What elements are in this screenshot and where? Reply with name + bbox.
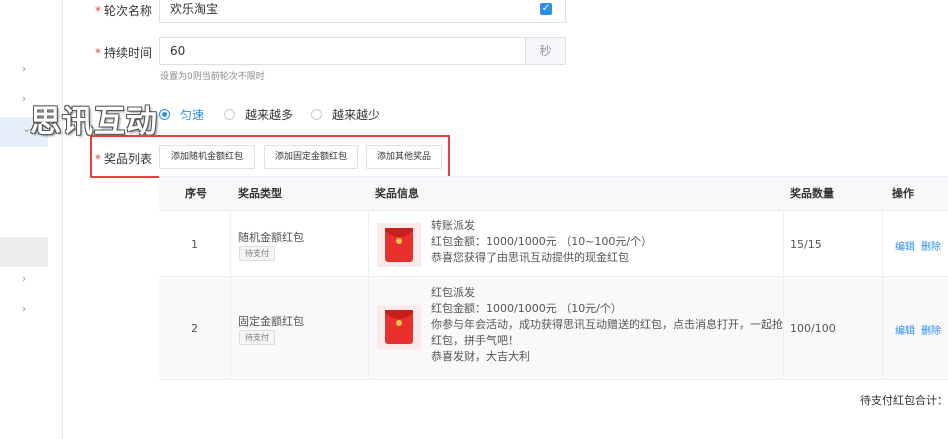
sidebar: › › ⌄ › › (0, 0, 48, 439)
header-info: 奖品信息 (375, 187, 419, 200)
duration-input[interactable]: 60 秒 (159, 37, 566, 65)
row-index: 2 (191, 322, 198, 335)
row-info: 红包派发 红包金额：1000/1000元 （10元/个） 你参与年会活动，成功获… (431, 286, 783, 363)
row-quantity: 15/15 (790, 238, 822, 251)
add-random-redpacket-button[interactable]: 添加随机金额红包 (159, 145, 255, 169)
round-name-checkbox[interactable]: ✓ (540, 3, 552, 15)
table-header: 序号 奖品类型 奖品信息 奖品数量 操作 (159, 177, 948, 211)
pending-total-label: 待支付红包合计： (860, 394, 948, 407)
chevron-right-icon[interactable]: › (22, 63, 32, 74)
radio-dot (224, 109, 235, 120)
delete-link[interactable]: 删除 (921, 322, 941, 337)
add-other-prize-button[interactable]: 添加其他奖品 (366, 145, 442, 169)
header-index: 序号 (185, 187, 207, 200)
row-type: 固定金额红包 (238, 315, 304, 328)
radio-increasing[interactable]: 越来越多 (224, 106, 293, 123)
radio-decreasing[interactable]: 越来越少 (311, 106, 380, 123)
delete-link[interactable]: 删除 (921, 238, 941, 253)
radio-dot (159, 109, 170, 120)
round-name-input[interactable]: 欢乐淘宝 (159, 0, 566, 23)
table-row: 2 固定金额红包 待支付 红包派发 红包金额：1000/1000元 （10元/个… (159, 277, 948, 380)
content-divider (62, 0, 63, 439)
prize-list-label: * 奖品列表 (94, 152, 152, 166)
status-badge: 待支付 (239, 246, 275, 261)
table-row: 1 随机金额红包 待支付 转账派发 红包金额：1000/1000元 （10~10… (159, 211, 948, 277)
duration-label: * 持续时间 (94, 46, 152, 60)
add-fixed-redpacket-button[interactable]: 添加固定金额红包 (264, 145, 358, 169)
edit-link[interactable]: 编辑 (895, 238, 915, 253)
edit-link[interactable]: 编辑 (895, 322, 915, 337)
chevron-right-icon[interactable]: › (22, 273, 32, 284)
round-name-label: * 轮次名称 (94, 4, 152, 18)
header-actions: 操作 (892, 187, 914, 200)
duration-unit: 秒 (525, 38, 565, 64)
row-quantity: 100/100 (790, 322, 836, 335)
sidebar-hover-item[interactable] (0, 237, 48, 267)
red-packet-icon (377, 223, 421, 267)
row-type: 随机金额红包 (238, 231, 304, 244)
row-info: 转账派发 红包金额：1000/1000元 （10~100元/个） 恭喜您获得了由… (431, 219, 653, 264)
radio-dot (311, 109, 322, 120)
prize-table: 序号 奖品类型 奖品信息 奖品数量 操作 1 随机金额红包 待支付 转账派发 红… (159, 176, 948, 380)
row-index: 1 (191, 238, 198, 251)
header-quantity: 奖品数量 (790, 187, 834, 200)
chevron-right-icon[interactable]: › (22, 303, 32, 314)
status-badge: 待支付 (239, 330, 275, 345)
radio-uniform[interactable]: 匀速 (159, 106, 204, 123)
red-packet-icon (377, 305, 421, 349)
header-type: 奖品类型 (238, 187, 282, 200)
duration-hint: 设置为0则当前轮次不限时 (160, 72, 265, 82)
